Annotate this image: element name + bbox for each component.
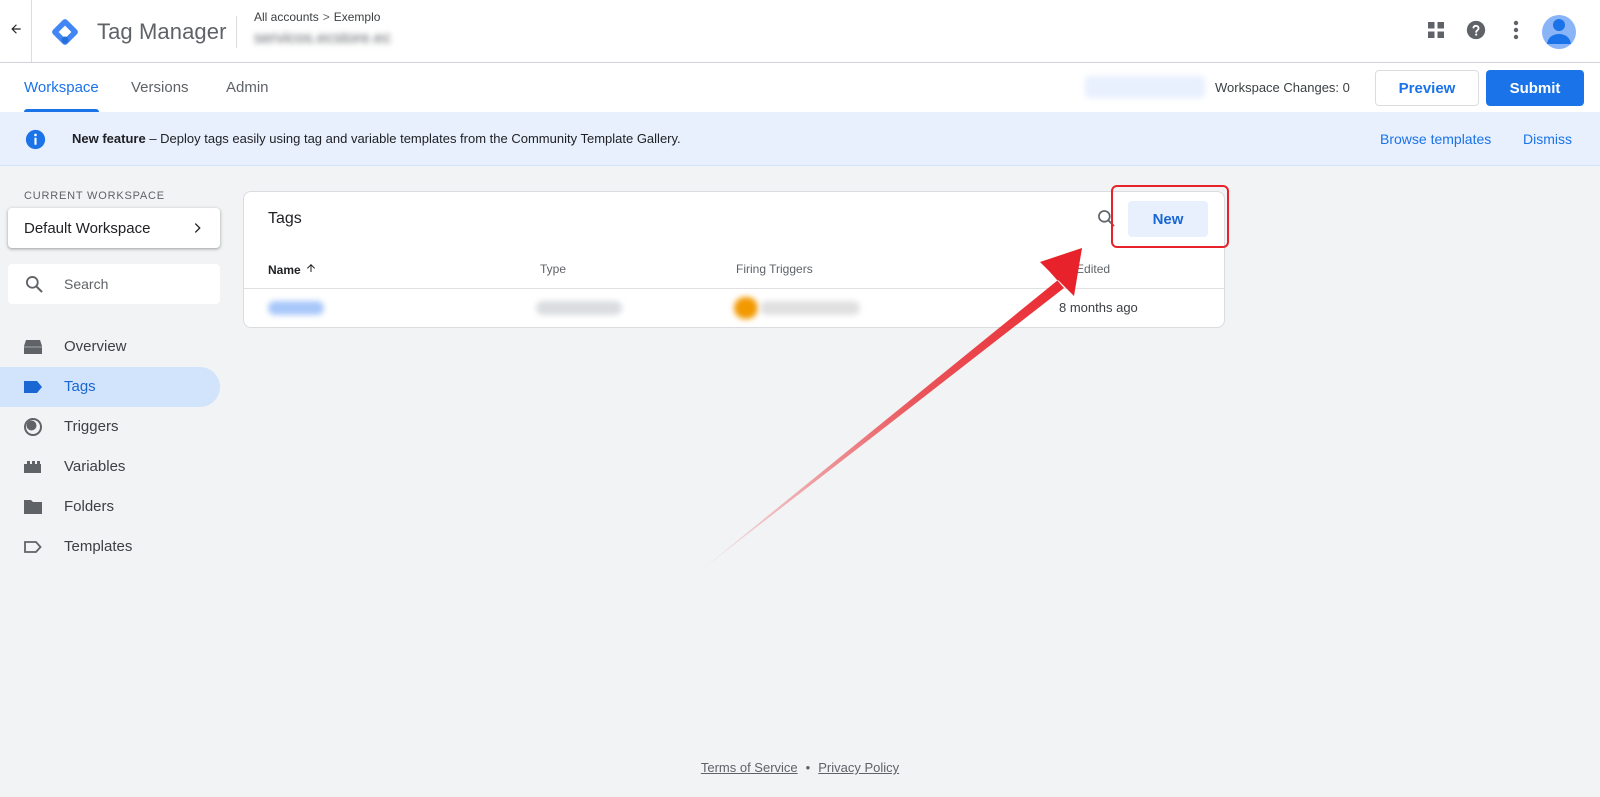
app-title: Tag Manager — [97, 19, 227, 44]
sidebar-item-label: Templates — [64, 538, 133, 555]
chevron-right-icon — [190, 220, 206, 240]
trigger-icon — [23, 417, 43, 437]
tag-name-link[interactable] — [268, 301, 324, 315]
container-selector[interactable]: servicos.ecstore.ec — [254, 30, 391, 48]
workspace-changes-count: Workspace Changes: 0 — [1215, 80, 1350, 95]
workspace-name: Default Workspace — [24, 219, 151, 237]
arrow-upward-icon — [305, 262, 317, 277]
submit-button[interactable]: Submit — [1486, 70, 1584, 106]
variables-icon — [23, 457, 43, 477]
search-icon — [24, 274, 44, 299]
breadcrumb-account[interactable]: Exemplo — [334, 10, 381, 24]
tab-bar: Workspace Versions Admin — [0, 63, 1600, 112]
sidebar-item-variables[interactable]: Variables — [0, 447, 220, 487]
help-icon — [1465, 19, 1487, 46]
privacy-policy-link[interactable]: Privacy Policy — [818, 760, 899, 775]
dismiss-link[interactable]: Dismiss — [1523, 131, 1572, 147]
sidebar-item-label: Tags — [64, 378, 96, 395]
sidebar-search-input[interactable]: Search — [8, 264, 220, 304]
preview-button[interactable]: Preview — [1375, 70, 1479, 106]
workspace-selector[interactable]: Default Workspace — [8, 208, 220, 248]
sidebar-item-tags[interactable]: Tags — [0, 367, 220, 407]
account-avatar[interactable] — [1542, 15, 1576, 49]
sidebar-item-overview[interactable]: Overview — [0, 327, 220, 367]
column-header-label: Name — [268, 262, 301, 277]
terms-of-service-link[interactable]: Terms of Service — [701, 760, 798, 775]
arrow-back-icon — [9, 22, 23, 41]
trigger-chip[interactable] — [760, 301, 860, 315]
banner-title: New feature — [72, 131, 146, 146]
back-button[interactable] — [0, 0, 32, 63]
breadcrumb-separator: > — [322, 10, 330, 24]
template-icon — [23, 537, 43, 557]
trigger-icon — [734, 297, 758, 319]
person-icon — [1544, 15, 1574, 49]
banner-message: New feature – Deploy tags easily using t… — [72, 131, 681, 146]
tab-versions[interactable]: Versions — [131, 63, 189, 112]
divider — [236, 16, 237, 48]
column-header-type[interactable]: Type — [540, 262, 566, 276]
apps-grid-icon — [1427, 21, 1445, 44]
breadcrumb: All accounts > Exemplo — [254, 10, 380, 24]
sidebar-item-label: Folders — [64, 498, 115, 515]
help-button[interactable] — [1456, 14, 1496, 50]
sidebar-item-label: Triggers — [64, 418, 119, 435]
tag-type-value — [536, 301, 622, 315]
last-edited-value: 8 months ago — [1059, 300, 1138, 315]
banner-description: – Deploy tags easily using tag and varia… — [145, 131, 681, 146]
table-divider — [244, 288, 1224, 289]
tag-manager-logo-icon — [52, 19, 78, 45]
app-bar: Tag Manager All accounts > Exemplo servi… — [0, 0, 1600, 63]
breadcrumb-accounts[interactable]: All accounts — [254, 10, 319, 24]
feature-banner: New feature – Deploy tags easily using t… — [0, 112, 1600, 166]
column-header-firing-triggers[interactable]: Firing Triggers — [736, 262, 813, 276]
tab-admin[interactable]: Admin — [226, 63, 269, 112]
workspace-status-chip — [1085, 76, 1205, 98]
info-icon — [25, 129, 46, 150]
overview-icon — [23, 337, 43, 357]
sidebar-item-triggers[interactable]: Triggers — [0, 407, 220, 447]
column-header-last-edited[interactable]: Last Edited — [1050, 262, 1110, 276]
browse-templates-link[interactable]: Browse templates — [1380, 131, 1491, 147]
tag-icon — [23, 377, 43, 397]
more-vert-icon — [1513, 20, 1519, 45]
sidebar-item-templates[interactable]: Templates — [0, 527, 220, 567]
top-actions — [1416, 14, 1576, 50]
tags-table-card: Tags New Name Type Firing Triggers Last … — [243, 191, 1225, 328]
search-placeholder: Search — [64, 276, 109, 292]
tab-workspace[interactable]: Workspace — [24, 63, 99, 112]
footer: Terms of Service • Privacy Policy — [0, 760, 1600, 775]
footer-separator: • — [805, 760, 811, 775]
annotation-highlight-box — [1111, 185, 1229, 248]
tags-card-title: Tags — [268, 210, 302, 227]
sidebar-item-label: Overview — [64, 338, 127, 355]
sidebar-item-label: Variables — [64, 458, 126, 475]
column-header-name[interactable]: Name — [268, 262, 317, 277]
more-options-button[interactable] — [1496, 14, 1536, 50]
current-workspace-label: CURRENT WORKSPACE — [24, 190, 165, 202]
folder-icon — [23, 497, 43, 517]
sidebar-item-folders[interactable]: Folders — [0, 487, 220, 527]
apps-button[interactable] — [1416, 14, 1456, 50]
